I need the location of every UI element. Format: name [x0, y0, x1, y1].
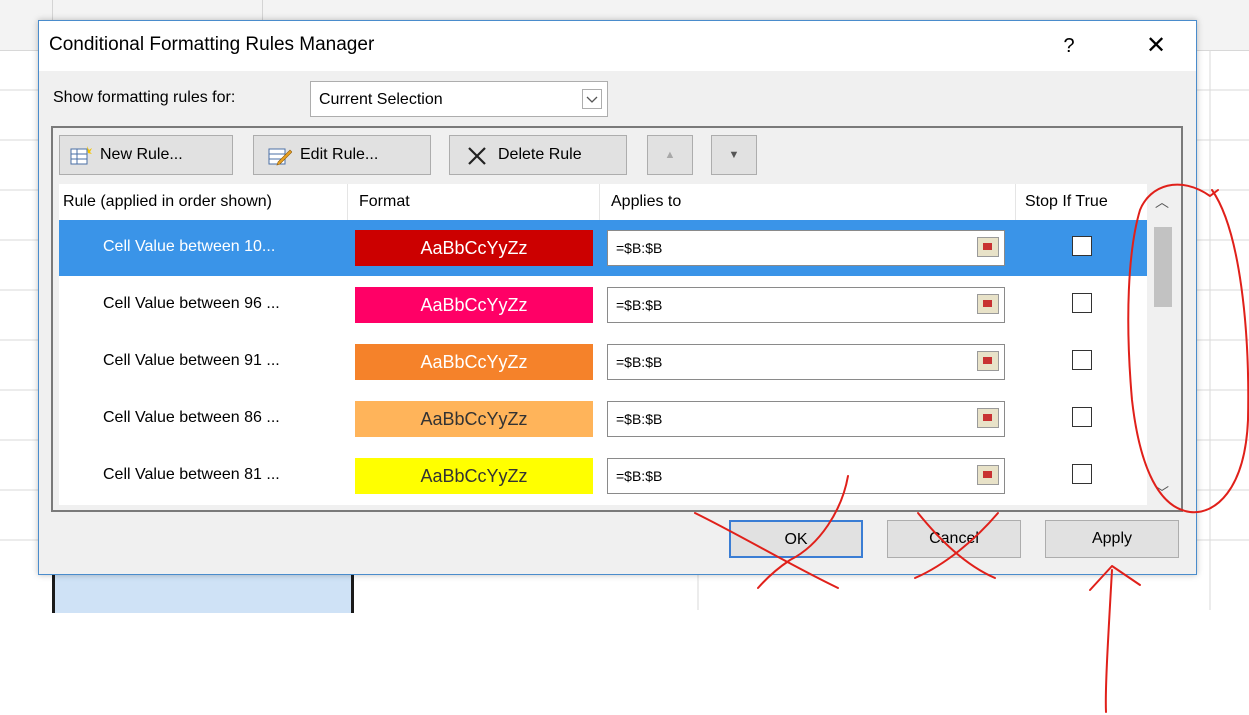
- rule-description: Cell Value between 96 ...: [103, 295, 280, 312]
- applies-to-value: =$B:$B: [616, 468, 663, 484]
- conditional-formatting-dialog: Conditional Formatting Rules Manager ? ✕…: [38, 20, 1197, 575]
- format-preview: AaBbCcYyZz: [355, 401, 593, 437]
- range-select-icon[interactable]: [977, 465, 999, 485]
- scrollbar-thumb[interactable]: [1154, 227, 1172, 307]
- edit-rule-icon: [268, 146, 293, 171]
- applies-to-value: =$B:$B: [616, 297, 663, 313]
- column-divider[interactable]: [1015, 184, 1016, 220]
- selected-cell[interactable]: [52, 575, 354, 613]
- scroll-up-icon[interactable]: ︿: [1147, 184, 1177, 220]
- range-select-icon[interactable]: [977, 408, 999, 428]
- new-rule-button[interactable]: New Rule...: [59, 135, 233, 175]
- rules-scrollbar[interactable]: ︿ ﹀: [1147, 184, 1177, 505]
- stop-if-true-checkbox[interactable]: [1072, 236, 1092, 256]
- column-header-applies-to[interactable]: Applies to: [611, 193, 681, 211]
- format-preview: AaBbCcYyZz: [355, 458, 593, 494]
- stop-if-true-checkbox[interactable]: [1072, 407, 1092, 427]
- applies-to-field[interactable]: =$B:$B: [607, 230, 1005, 266]
- title-bar: Conditional Formatting Rules Manager ? ✕: [39, 21, 1196, 71]
- scroll-down-icon[interactable]: ﹀: [1147, 481, 1177, 505]
- cancel-button[interactable]: Cancel: [887, 520, 1021, 558]
- range-select-icon[interactable]: [977, 237, 999, 257]
- rules-panel: New Rule... Edit Rule... Delete Rule ▲ ▼…: [51, 126, 1183, 512]
- rule-row[interactable]: Cell Value between 81 ... AaBbCcYyZz =$B…: [59, 448, 1147, 504]
- applies-to-field[interactable]: =$B:$B: [607, 401, 1005, 437]
- delete-rule-button[interactable]: Delete Rule: [449, 135, 627, 175]
- rule-row[interactable]: Cell Value between 96 ... AaBbCcYyZz =$B…: [59, 277, 1147, 333]
- ok-button[interactable]: OK: [729, 520, 863, 558]
- rule-row[interactable]: Cell Value between 10... AaBbCcYyZz =$B:…: [59, 220, 1147, 276]
- show-rules-dropdown[interactable]: Current Selection: [310, 81, 608, 117]
- delete-rule-label: Delete Rule: [498, 146, 582, 163]
- format-preview: AaBbCcYyZz: [355, 287, 593, 323]
- column-divider[interactable]: [347, 184, 348, 220]
- rules-list-header: Rule (applied in order shown) Format App…: [59, 184, 1177, 220]
- chevron-down-icon[interactable]: [582, 89, 602, 109]
- close-button[interactable]: ✕: [1134, 27, 1178, 65]
- rule-row[interactable]: Cell Value between 86 ... AaBbCcYyZz =$B…: [59, 391, 1147, 447]
- edit-rule-label: Edit Rule...: [300, 146, 379, 163]
- applies-to-value: =$B:$B: [616, 240, 663, 256]
- applies-to-field[interactable]: =$B:$B: [607, 287, 1005, 323]
- rule-description: Cell Value between 81 ...: [103, 466, 280, 483]
- rules-list: Cell Value between 10... AaBbCcYyZz =$B:…: [59, 220, 1147, 505]
- dialog-title: Conditional Formatting Rules Manager: [49, 34, 375, 55]
- column-header-format[interactable]: Format: [359, 193, 410, 211]
- edit-rule-button[interactable]: Edit Rule...: [253, 135, 431, 175]
- rule-row[interactable]: Cell Value between 91 ... AaBbCcYyZz =$B…: [59, 334, 1147, 390]
- stop-if-true-checkbox[interactable]: [1072, 350, 1092, 370]
- applies-to-field[interactable]: =$B:$B: [607, 344, 1005, 380]
- new-rule-label: New Rule...: [100, 146, 183, 163]
- range-select-icon[interactable]: [977, 294, 999, 314]
- applies-to-value: =$B:$B: [616, 354, 663, 370]
- rule-description: Cell Value between 91 ...: [103, 352, 280, 369]
- move-up-button[interactable]: ▲: [647, 135, 693, 175]
- format-preview: AaBbCcYyZz: [355, 230, 593, 266]
- rule-description: Cell Value between 10...: [103, 238, 276, 255]
- apply-button[interactable]: Apply: [1045, 520, 1179, 558]
- column-header-rule[interactable]: Rule (applied in order shown): [63, 193, 272, 211]
- stop-if-true-checkbox[interactable]: [1072, 464, 1092, 484]
- applies-to-field[interactable]: =$B:$B: [607, 458, 1005, 494]
- stop-if-true-checkbox[interactable]: [1072, 293, 1092, 313]
- rule-description: Cell Value between 86 ...: [103, 409, 280, 426]
- help-button[interactable]: ?: [1049, 27, 1089, 65]
- move-down-button[interactable]: ▼: [711, 135, 757, 175]
- range-select-icon[interactable]: [977, 351, 999, 371]
- new-rule-icon: [70, 146, 92, 171]
- show-rules-value: Current Selection: [319, 91, 443, 108]
- column-header-stop-if-true[interactable]: Stop If True: [1025, 193, 1108, 211]
- applies-to-value: =$B:$B: [616, 411, 663, 427]
- delete-icon: [466, 146, 488, 171]
- format-preview: AaBbCcYyZz: [355, 344, 593, 380]
- show-rules-label: Show formatting rules for:: [53, 89, 236, 106]
- column-divider[interactable]: [599, 184, 600, 220]
